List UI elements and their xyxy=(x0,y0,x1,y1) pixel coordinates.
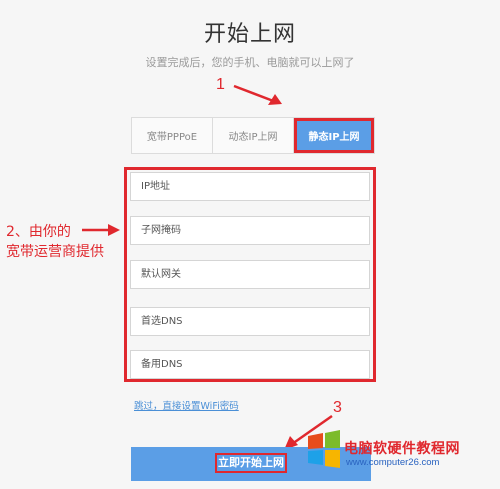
tab-static-ip[interactable]: 静态IP上网 xyxy=(294,118,374,153)
windows-logo-icon xyxy=(308,430,340,468)
step-1-label: 1 xyxy=(216,76,225,93)
tab-dynamic-ip[interactable]: 动态IP上网 xyxy=(213,118,294,153)
secondary-dns-field[interactable] xyxy=(130,350,370,379)
arrow-icon xyxy=(233,84,282,105)
tab-pppoe[interactable]: 宽带PPPoE xyxy=(132,118,213,153)
subnet-mask-field[interactable] xyxy=(130,216,370,245)
watermark-url: www.computer26.com xyxy=(346,457,440,468)
arrow-icon xyxy=(82,224,120,236)
start-button-label: 立即开始上网 xyxy=(215,453,287,473)
page-subtitle: 设置完成后，您的手机、电脑就可以上网了 xyxy=(145,56,355,69)
step-2-line-2: 宽带运营商提供 xyxy=(6,244,104,260)
page-title: 开始上网 xyxy=(203,22,296,47)
skip-to-wifi-link[interactable]: 跳过，直接设置WiFi密码 xyxy=(134,398,239,412)
watermark-text: 电脑软硬件教程网 xyxy=(344,441,460,457)
ip-address-field[interactable] xyxy=(130,172,370,201)
primary-dns-field[interactable] xyxy=(130,307,370,336)
default-gateway-field[interactable] xyxy=(130,260,370,289)
connection-type-tabs: 宽带PPPoE 动态IP上网 静态IP上网 xyxy=(131,117,375,154)
